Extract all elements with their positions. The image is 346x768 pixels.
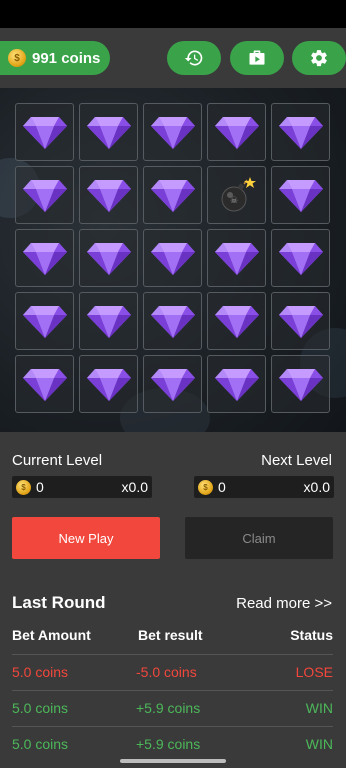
grid-tile[interactable] [15, 103, 74, 161]
gem-icon [278, 180, 323, 212]
gem-icon [86, 369, 131, 401]
bet-result-cell: +5.9 coins [136, 736, 201, 752]
svg-text:☠: ☠ [229, 196, 237, 206]
gem-icon [86, 306, 131, 338]
gem-icon [150, 306, 195, 338]
next-level-amount: 0 [218, 479, 226, 495]
coin-icon: $ [198, 479, 213, 495]
gem-icon [214, 306, 259, 338]
grid-tile[interactable]: ☠ [207, 166, 266, 224]
gem-icon [22, 369, 67, 401]
new-play-button[interactable]: New Play [12, 517, 160, 559]
read-more-link[interactable]: Read more >> [236, 595, 332, 612]
gear-icon [311, 50, 327, 67]
grid-tile[interactable] [271, 292, 330, 350]
gem-icon [214, 243, 259, 275]
wallet-icon [249, 50, 265, 65]
grid-tile[interactable] [15, 166, 74, 224]
gem-icon [150, 180, 195, 212]
column-header-bet-result: Bet result [138, 627, 203, 643]
current-level-label: Current Level [12, 452, 103, 469]
column-header-status: Status [290, 627, 333, 643]
bomb-icon: ☠ [221, 177, 256, 212]
grid-tile[interactable] [207, 103, 266, 161]
bet-amount-cell: 5.0 coins [12, 736, 69, 752]
grid-tile[interactable] [207, 229, 266, 287]
gem-icon [214, 369, 259, 401]
gem-icon [278, 369, 323, 401]
grid-tile[interactable] [15, 355, 74, 413]
history-row: 5.0 coins +5.9 coins WIN [12, 726, 333, 762]
grid-tile[interactable] [79, 103, 138, 161]
history-button[interactable] [167, 41, 221, 75]
gem-icon [22, 180, 67, 212]
current-level-box: $0 x0.0 [12, 476, 152, 498]
grid-tile[interactable] [207, 355, 266, 413]
grid-tile[interactable] [15, 292, 74, 350]
gem-icon [150, 117, 195, 149]
gem-icon [278, 117, 323, 149]
gem-icon [150, 369, 195, 401]
next-level-label: Next Level [261, 452, 332, 469]
bet-amount-cell: 5.0 coins [12, 664, 69, 680]
history-icon [184, 50, 203, 66]
gem-icon [22, 243, 67, 275]
history-row: 5.0 coins -5.0 coins LOSE [12, 654, 333, 690]
gem-icon [22, 117, 67, 149]
grid-tile[interactable] [79, 166, 138, 224]
grid-tile[interactable] [79, 292, 138, 350]
coin-balance[interactable]: $ 991 coins [0, 41, 110, 75]
gem-icon [86, 180, 131, 212]
grid-tile[interactable] [143, 166, 202, 224]
grid-tile[interactable] [271, 166, 330, 224]
bet-amount-cell: 5.0 coins [12, 700, 69, 716]
grid-tile[interactable] [271, 355, 330, 413]
grid-tile[interactable] [143, 355, 202, 413]
status-bar [0, 0, 346, 28]
grid-tile[interactable] [271, 229, 330, 287]
grid-tile[interactable] [271, 103, 330, 161]
column-header-bet-amount: Bet Amount [12, 627, 91, 643]
gem-icon [86, 117, 131, 149]
grid-tile[interactable] [207, 292, 266, 350]
gem-icon [278, 243, 323, 275]
next-level-multiplier: x0.0 [303, 479, 330, 495]
current-level-multiplier: x0.0 [121, 479, 148, 495]
game-board: ☠ [0, 88, 346, 432]
bet-result-cell: +5.9 coins [136, 700, 201, 716]
settings-button[interactable] [292, 41, 346, 75]
current-level-amount: 0 [36, 479, 44, 495]
status-cell: WIN [305, 700, 333, 716]
grid-tile[interactable] [143, 292, 202, 350]
wallet-button[interactable] [230, 41, 284, 75]
last-round-title: Last Round [12, 593, 106, 612]
claim-button[interactable]: Claim [185, 517, 333, 559]
coin-icon: $ [8, 49, 26, 67]
gem-icon [278, 306, 323, 338]
grid-tile[interactable] [143, 103, 202, 161]
grid-tile[interactable] [79, 229, 138, 287]
status-cell: LOSE [295, 664, 333, 680]
history-row: 5.0 coins +5.9 coins WIN [12, 690, 333, 726]
grid-tile[interactable] [143, 229, 202, 287]
gem-icon [86, 243, 131, 275]
grid-tile[interactable] [15, 229, 74, 287]
navigation-handle[interactable] [120, 759, 226, 763]
grid-tile[interactable] [79, 355, 138, 413]
coin-icon: $ [16, 479, 31, 495]
status-cell: WIN [305, 736, 333, 752]
bet-result-cell: -5.0 coins [136, 664, 197, 680]
gem-icon [214, 117, 259, 149]
top-bar: $ 991 coins [0, 28, 346, 88]
next-level-box: $0 x0.0 [194, 476, 334, 498]
gem-icon [150, 243, 195, 275]
gem-icon [22, 306, 67, 338]
coin-balance-label: 991 coins [32, 49, 101, 67]
